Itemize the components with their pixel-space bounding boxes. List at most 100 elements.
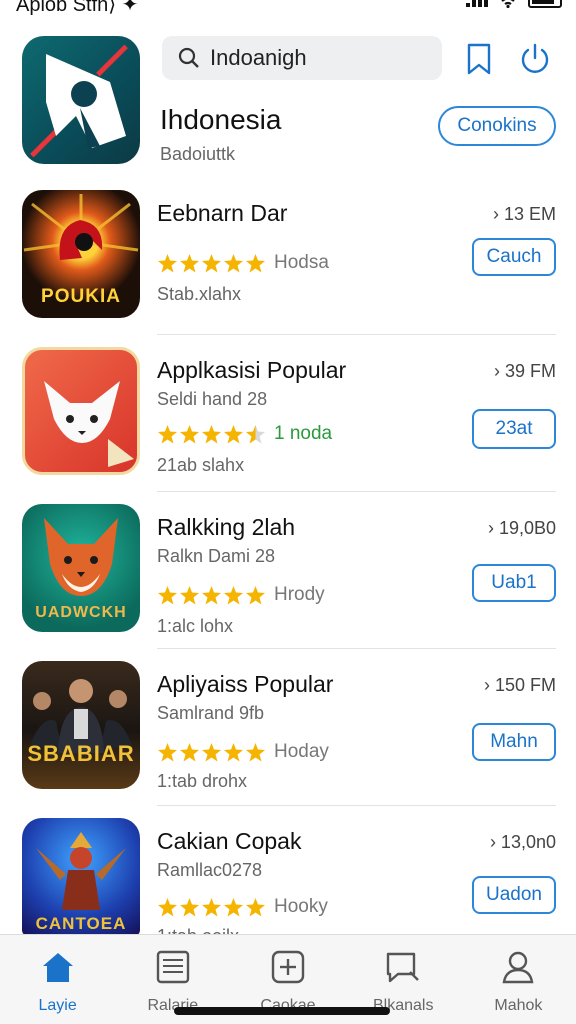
get-button[interactable]: Uab1 [472,564,556,602]
app-meta: › 13,0n0 [489,832,556,852]
header: Ihdonesia Badoiuttk Conokins [0,36,576,176]
app-meta: › 39 FM [493,361,556,381]
rating-text: Hoday [274,741,329,762]
get-button[interactable]: Cauch [472,238,556,276]
star-rating [157,424,266,445]
star-icon [246,585,265,604]
star-icon [202,742,221,761]
app-caption: Stab.xlahx [157,284,242,304]
star-icon [180,742,199,761]
app-caption: 1:tab drohx [157,771,248,791]
star-icon [246,424,265,443]
app-developer: Ralkn Dami 28 [157,546,276,566]
app-name: Eebnarn Dar [157,200,288,226]
status-icons [466,0,562,8]
rating-text: Hooky [274,896,328,917]
app-caption: 21ab slahx [157,455,245,475]
star-icon [224,742,243,761]
divider [157,648,556,649]
star-icon [224,253,243,272]
hero-action-button[interactable]: Conokins [438,106,556,146]
hero-subtitle: Badoiuttk [160,144,236,164]
fox-sun-icon[interactable]: POUKIA [22,190,140,318]
tab-profile[interactable]: Mahok [461,935,576,1024]
app-list: POUKIA Eebnarn Dar Hodsa Stab.xlahx › 13… [0,188,576,973]
status-bar: Apiob Stfn⟩ ✦ [0,0,576,16]
star-icon [180,585,199,604]
get-button[interactable]: 23at [472,409,556,449]
rating-text: Hrody [274,584,325,605]
person-icon [498,947,538,987]
home-icon [38,947,78,987]
tab-label: Layie [38,997,77,1014]
icon-label: SBABIAR [27,741,135,766]
tab-home[interactable]: Layie [0,935,115,1024]
star-icon [158,897,177,916]
app-meta: › 13 EM [492,204,556,224]
wifi-icon [501,0,515,8]
app-row[interactable]: UADWCKH Ralkking 2lah Ralkn Dami 28 Hrod… [0,502,576,659]
hero-title: Ihdonesia [160,104,282,135]
star-icon [224,424,243,443]
bookmark-button[interactable] [462,42,496,76]
hero-app-icon[interactable] [22,36,140,164]
rating: Hrody [157,582,325,608]
app-caption: 1:alc lohx [157,616,234,636]
divider [157,805,556,806]
icon-label: CANTOEA [35,914,127,933]
star-rating [157,585,266,606]
bookmark-icon [467,43,491,75]
app-meta: › 150 FM [483,675,556,695]
power-icon [521,43,549,73]
get-button[interactable]: Mahn [472,723,556,761]
divider [157,334,556,335]
icon-label: POUKIA [41,286,121,307]
star-icon [202,897,221,916]
movie-poster-icon[interactable]: SBABIAR [22,661,140,789]
star-icon [158,253,177,272]
app-name: Ralkking 2lah [157,514,296,540]
red-fox-icon[interactable]: UADWCKH [22,504,140,632]
app-name: Cakian Copak [157,828,302,854]
star-rating [157,253,266,274]
newspaper-icon [153,947,193,987]
app-row[interactable]: SBABIAR Apliyaiss Popular Samlrand 9fb H… [0,659,576,816]
star-icon [180,253,199,272]
star-icon [224,897,243,916]
app-row[interactable]: Applkasisi Popular Seldi hand 28 1 noda … [0,345,576,502]
app-developer: Ramllac0278 [157,860,263,880]
app-developer: Samlrand 9fb [157,703,265,723]
app-name: Apliyaiss Popular [157,671,334,697]
star-icon [158,585,177,604]
rating: 1 noda [157,421,332,447]
star-icon [246,253,265,272]
divider [157,491,556,492]
star-icon [180,424,199,443]
star-icon [202,253,221,272]
rating: Hooky [157,894,328,920]
tab-label: Mahok [494,997,543,1014]
app-developer: Seldi hand 28 [157,389,268,409]
warrior-game-icon[interactable]: CANTOEA [22,818,140,936]
chat-icon [383,947,423,987]
home-indicator [174,1007,390,1015]
star-icon [202,424,221,443]
battery-icon [528,0,562,8]
power-button[interactable] [518,42,552,76]
icon-label: UADWCKH [35,604,127,621]
get-button[interactable]: Uadon [472,876,556,914]
white-fox-icon[interactable] [22,347,140,475]
carrier-label: Apiob Stfn⟩ ✦ [16,0,139,16]
app-row[interactable]: POUKIA Eebnarn Dar Hodsa Stab.xlahx › 13… [0,188,576,345]
plus-square-icon [268,947,308,987]
rating-text: Hodsa [274,252,329,273]
star-icon [158,742,177,761]
star-icon [224,585,243,604]
star-rating [157,742,266,763]
rating: Hodsa [157,250,329,276]
search-bar[interactable] [162,36,442,80]
app-name: Applkasisi Popular [157,357,347,383]
search-input[interactable] [210,45,430,71]
star-icon [246,897,265,916]
rating-text: 1 noda [274,423,333,444]
